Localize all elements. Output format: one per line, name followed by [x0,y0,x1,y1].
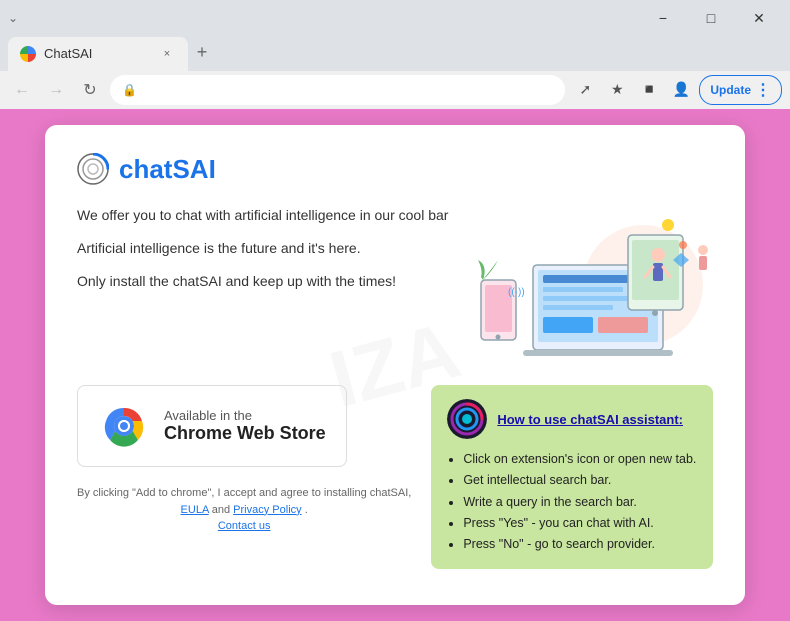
and-text: and [212,504,233,516]
new-tab-button[interactable]: + [188,39,216,67]
how-to-box: How to use chatSAI assistant: Click on e… [431,385,713,569]
brand-logo-icon [77,153,109,185]
update-menu-icon: ⋮ [755,80,771,100]
share-icon[interactable]: ➚ [571,76,599,104]
title-bar: ⌄ − □ ✕ [0,0,790,36]
page-content: IZA chatSAI We offer you to [0,109,790,621]
card-inner: chatSAI We offer you to chat with artifi… [77,153,713,569]
chrome-store-text: Available in the Chrome Web Store [164,408,326,444]
contact-link[interactable]: Contact us [218,520,271,532]
bookmark-icon[interactable]: ★ [603,76,631,104]
assistant-icon [447,399,487,439]
tab-bar: ChatSAI × + [0,36,790,71]
forward-icon: → [48,81,64,99]
toolbar-right: ➚ ★ ◾ 👤 Update ⋮ [571,75,782,105]
how-to-header: How to use chatSAI assistant: [447,399,697,439]
privacy-link[interactable]: Privacy Policy [233,504,301,516]
browser-frame: ⌄ − □ ✕ ChatSAI × + ← → ↻ 🔒 ➚ ★ [0,0,790,621]
how-to-step-4: Press "Yes" - you can chat with AI. [463,513,697,534]
bottom-row: Available in the Chrome Web Store By cli… [77,385,713,569]
tab-title: ChatSAI [44,46,92,61]
description-3: Only install the chatSAI and keep up wit… [77,271,453,292]
forward-button[interactable]: → [42,76,70,104]
update-button[interactable]: Update ⋮ [699,75,782,105]
update-label: Update [710,83,751,97]
back-button[interactable]: ← [8,76,36,104]
profile-icon[interactable]: 👤 [667,76,695,104]
lock-icon: 🔒 [122,83,137,97]
description-1: We offer you to chat with artificial int… [77,205,453,226]
window-controls: − □ ✕ [640,0,782,36]
legal-prefix: By clicking "Add to chrome", I accept an… [77,487,411,499]
url-bar[interactable]: 🔒 [110,75,565,105]
eula-link[interactable]: EULA [181,504,209,516]
brand-name: chatSAI [119,154,216,185]
how-to-step-3: Write a query in the search bar. [463,492,697,513]
svg-text:((·)): ((·)) [508,287,525,298]
main-card: IZA chatSAI We offer you to [45,125,745,605]
content-left: We offer you to chat with artificial int… [77,205,453,304]
address-bar: ← → ↻ 🔒 ➚ ★ ◾ 👤 Update ⋮ [0,71,790,109]
tab-close-button[interactable]: × [158,45,176,63]
back-icon: ← [14,81,30,99]
refresh-button[interactable]: ↻ [76,76,104,104]
maximize-button[interactable]: □ [688,0,734,36]
chrome-store-section: Available in the Chrome Web Store By cli… [77,385,411,535]
extensions-icon[interactable]: ◾ [635,76,663,104]
title-bar-left: ⌄ [8,11,18,25]
refresh-icon: ↻ [83,80,96,100]
available-text: Available in the [164,408,326,423]
legal-text: By clicking "Add to chrome", I accept an… [77,485,411,535]
chrome-web-store-label: Chrome Web Store [164,423,326,444]
how-to-steps: Click on extension's icon or open new ta… [447,449,697,555]
active-tab[interactable]: ChatSAI × [8,37,188,71]
how-to-step-2: Get intellectual search bar. [463,470,697,491]
tab-favicon [20,46,36,62]
how-to-step-5: Press "No" - go to search provider. [463,534,697,555]
close-button[interactable]: ✕ [736,0,782,36]
content-row: We offer you to chat with artificial int… [77,205,713,365]
device-illustration: ((·)) [473,205,713,365]
how-to-title: How to use chatSAI assistant: [497,412,683,427]
brand-header: chatSAI [77,153,713,185]
minimize-button[interactable]: − [640,0,686,36]
how-to-step-1: Click on extension's icon or open new ta… [463,449,697,470]
title-bar-chevron-icon: ⌄ [8,11,18,25]
period-text: . [305,504,308,516]
description-2: Artificial intelligence is the future an… [77,238,453,259]
chrome-store-box[interactable]: Available in the Chrome Web Store [77,385,347,467]
chrome-logo-icon [98,400,150,452]
